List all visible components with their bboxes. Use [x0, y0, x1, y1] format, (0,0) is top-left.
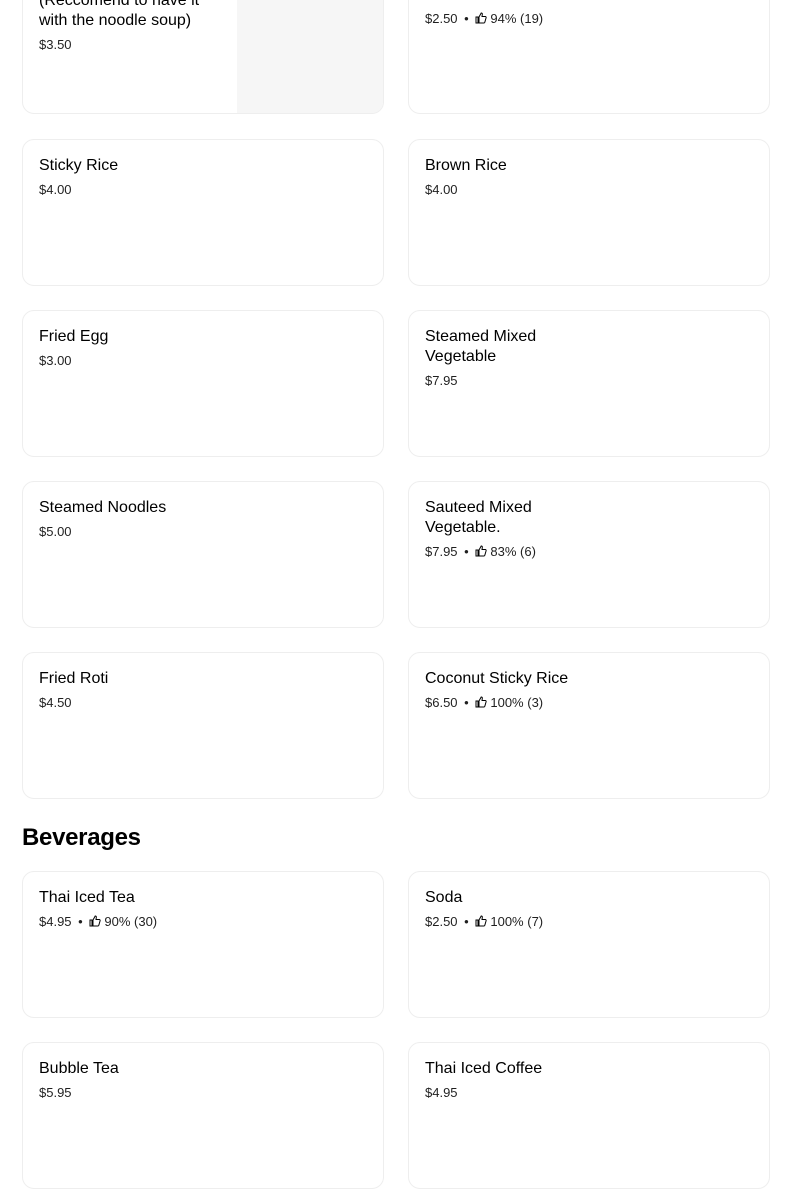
menu-item-card[interactable]: Coconut Sticky Rice $6.50 • 100% (3)	[408, 652, 770, 799]
menu-item-price: $4.95	[39, 914, 72, 929]
menu-item-card[interactable]: $2.50 • 94% (19)	[408, 0, 770, 114]
menu-item-info: Bubble Tea $5.95	[39, 1059, 229, 1102]
menu-item-info: (Reccomend to have it with the noodle so…	[39, 0, 229, 54]
menu-item-info: Fried Egg $3.00	[39, 327, 229, 370]
menu-item-rating: 90%	[104, 914, 131, 929]
menu-item-name: Coconut Sticky Rice	[425, 670, 569, 687]
meta-separator: •	[78, 914, 83, 929]
meta-separator: •	[464, 695, 469, 710]
menu-item-meta: $7.95	[425, 372, 575, 390]
menu-item-price: $2.50	[425, 914, 458, 929]
menu-item-meta: $4.00	[425, 181, 615, 199]
thumbs-up-icon	[475, 696, 488, 708]
menu-item-price: $4.00	[425, 182, 458, 197]
menu-item-card[interactable]: Thai Iced Tea $4.95 • 90% (30)	[22, 871, 384, 1018]
menu-item-price: $3.50	[39, 37, 72, 52]
menu-item-price: $7.95	[425, 373, 458, 388]
menu-item-name: (Reccomend to have it with the noodle so…	[39, 0, 200, 29]
menu-item-name: Steamed Noodles	[39, 499, 167, 516]
menu-item-info: Steamed Noodles $5.00	[39, 498, 229, 541]
menu-item-name: Steamed Mixed Vegetable	[425, 328, 537, 365]
menu-item-rating: 83%	[490, 544, 517, 559]
menu-item-meta: $4.95 • 90% (30)	[39, 913, 229, 931]
thumbs-up-icon	[475, 915, 488, 927]
menu-item-info: Coconut Sticky Rice $6.50 • 100% (3)	[425, 669, 615, 712]
menu-item-card[interactable]: Brown Rice $4.00	[408, 139, 770, 286]
menu-item-name: Brown Rice	[425, 157, 507, 174]
menu-item-card[interactable]: (Reccomend to have it with the noodle so…	[22, 0, 384, 114]
menu-item-info: Thai Iced Coffee $4.95	[425, 1059, 615, 1102]
menu-item-price: $5.00	[39, 524, 72, 539]
menu-item-card[interactable]: Fried Roti $4.50	[22, 652, 384, 799]
menu-item-name: Sauteed Mixed Vegetable.	[425, 499, 532, 536]
menu-item-rating-count: (19)	[520, 11, 544, 26]
menu-item-rating: 100%	[490, 914, 524, 929]
menu-item-rating: 94%	[490, 11, 517, 26]
menu-item-info: Brown Rice $4.00	[425, 156, 615, 199]
menu-item-meta: $3.00	[39, 352, 229, 370]
menu-item-name: Fried Egg	[39, 328, 109, 345]
thumbs-up-icon	[89, 915, 102, 927]
menu-item-image	[237, 0, 383, 113]
menu-item-info: Sticky Rice $4.00	[39, 156, 229, 199]
menu-item-rating: 100%	[490, 695, 524, 710]
menu-item-card[interactable]: Soda $2.50 • 100% (7)	[408, 871, 770, 1018]
menu-item-price: $6.50	[425, 695, 458, 710]
menu-item-price: $5.95	[39, 1085, 72, 1100]
menu-item-card[interactable]: Steamed Noodles $5.00	[22, 481, 384, 628]
menu-item-info: Fried Roti $4.50	[39, 669, 229, 712]
meta-separator: •	[464, 544, 469, 559]
menu-item-price: $4.00	[39, 182, 72, 197]
menu-item-rating-count: (7)	[527, 914, 544, 929]
menu-item-meta: $4.50	[39, 694, 229, 712]
menu-item-price: $4.95	[425, 1085, 458, 1100]
menu-item-name: Fried Roti	[39, 670, 109, 687]
meta-separator: •	[464, 11, 469, 26]
menu-item-meta: $5.95	[39, 1084, 229, 1102]
menu-item-card[interactable]: Bubble Tea $5.95	[22, 1042, 384, 1189]
menu-item-card[interactable]: Thai Iced Coffee $4.95	[408, 1042, 770, 1189]
menu-item-card[interactable]: Fried Egg $3.00	[22, 310, 384, 457]
menu-item-info: Soda $2.50 • 100% (7)	[425, 888, 615, 931]
menu-item-price: $4.50	[39, 695, 72, 710]
menu-item-meta: $4.95	[425, 1084, 615, 1102]
menu-item-card[interactable]: Steamed Mixed Vegetable $7.95	[408, 310, 770, 457]
menu-item-name: Soda	[425, 889, 463, 906]
menu-item-rating-count: (30)	[134, 914, 158, 929]
menu-item-meta: $4.00	[39, 181, 229, 199]
menu-item-price: $7.95	[425, 544, 458, 559]
meta-separator: •	[464, 914, 469, 929]
menu-item-name: Thai Iced Tea	[39, 889, 135, 906]
menu-item-meta: $2.50 • 100% (7)	[425, 913, 615, 931]
menu-item-card[interactable]: Sticky Rice $4.00	[22, 139, 384, 286]
thumbs-up-icon	[475, 12, 488, 24]
section-title-beverages: Beverages	[22, 824, 141, 851]
menu-item-name: Bubble Tea	[39, 1060, 119, 1077]
menu-item-info: Thai Iced Tea $4.95 • 90% (30)	[39, 888, 229, 931]
menu-item-price: $3.00	[39, 353, 72, 368]
menu-item-rating-count: (3)	[527, 695, 544, 710]
menu-item-meta: $6.50 • 100% (3)	[425, 694, 615, 712]
menu-item-meta: $2.50 • 94% (19)	[425, 10, 615, 28]
menu-item-meta: $5.00	[39, 523, 229, 541]
menu-item-name: Sticky Rice	[39, 157, 119, 174]
menu-item-meta: $3.50	[39, 36, 229, 54]
menu-item-info: Sauteed Mixed Vegetable. $7.95 • 83% (6)	[425, 498, 575, 561]
thumbs-up-icon	[475, 545, 488, 557]
menu-item-info: $2.50 • 94% (19)	[425, 10, 615, 28]
menu-item-meta: $7.95 • 83% (6)	[425, 543, 575, 561]
menu-item-rating-count: (6)	[520, 544, 536, 559]
menu-item-info: Steamed Mixed Vegetable $7.95	[425, 327, 575, 390]
menu-item-price: $2.50	[425, 11, 458, 26]
menu-item-name: Thai Iced Coffee	[425, 1060, 543, 1077]
menu-item-card[interactable]: Sauteed Mixed Vegetable. $7.95 • 83% (6)	[408, 481, 770, 628]
